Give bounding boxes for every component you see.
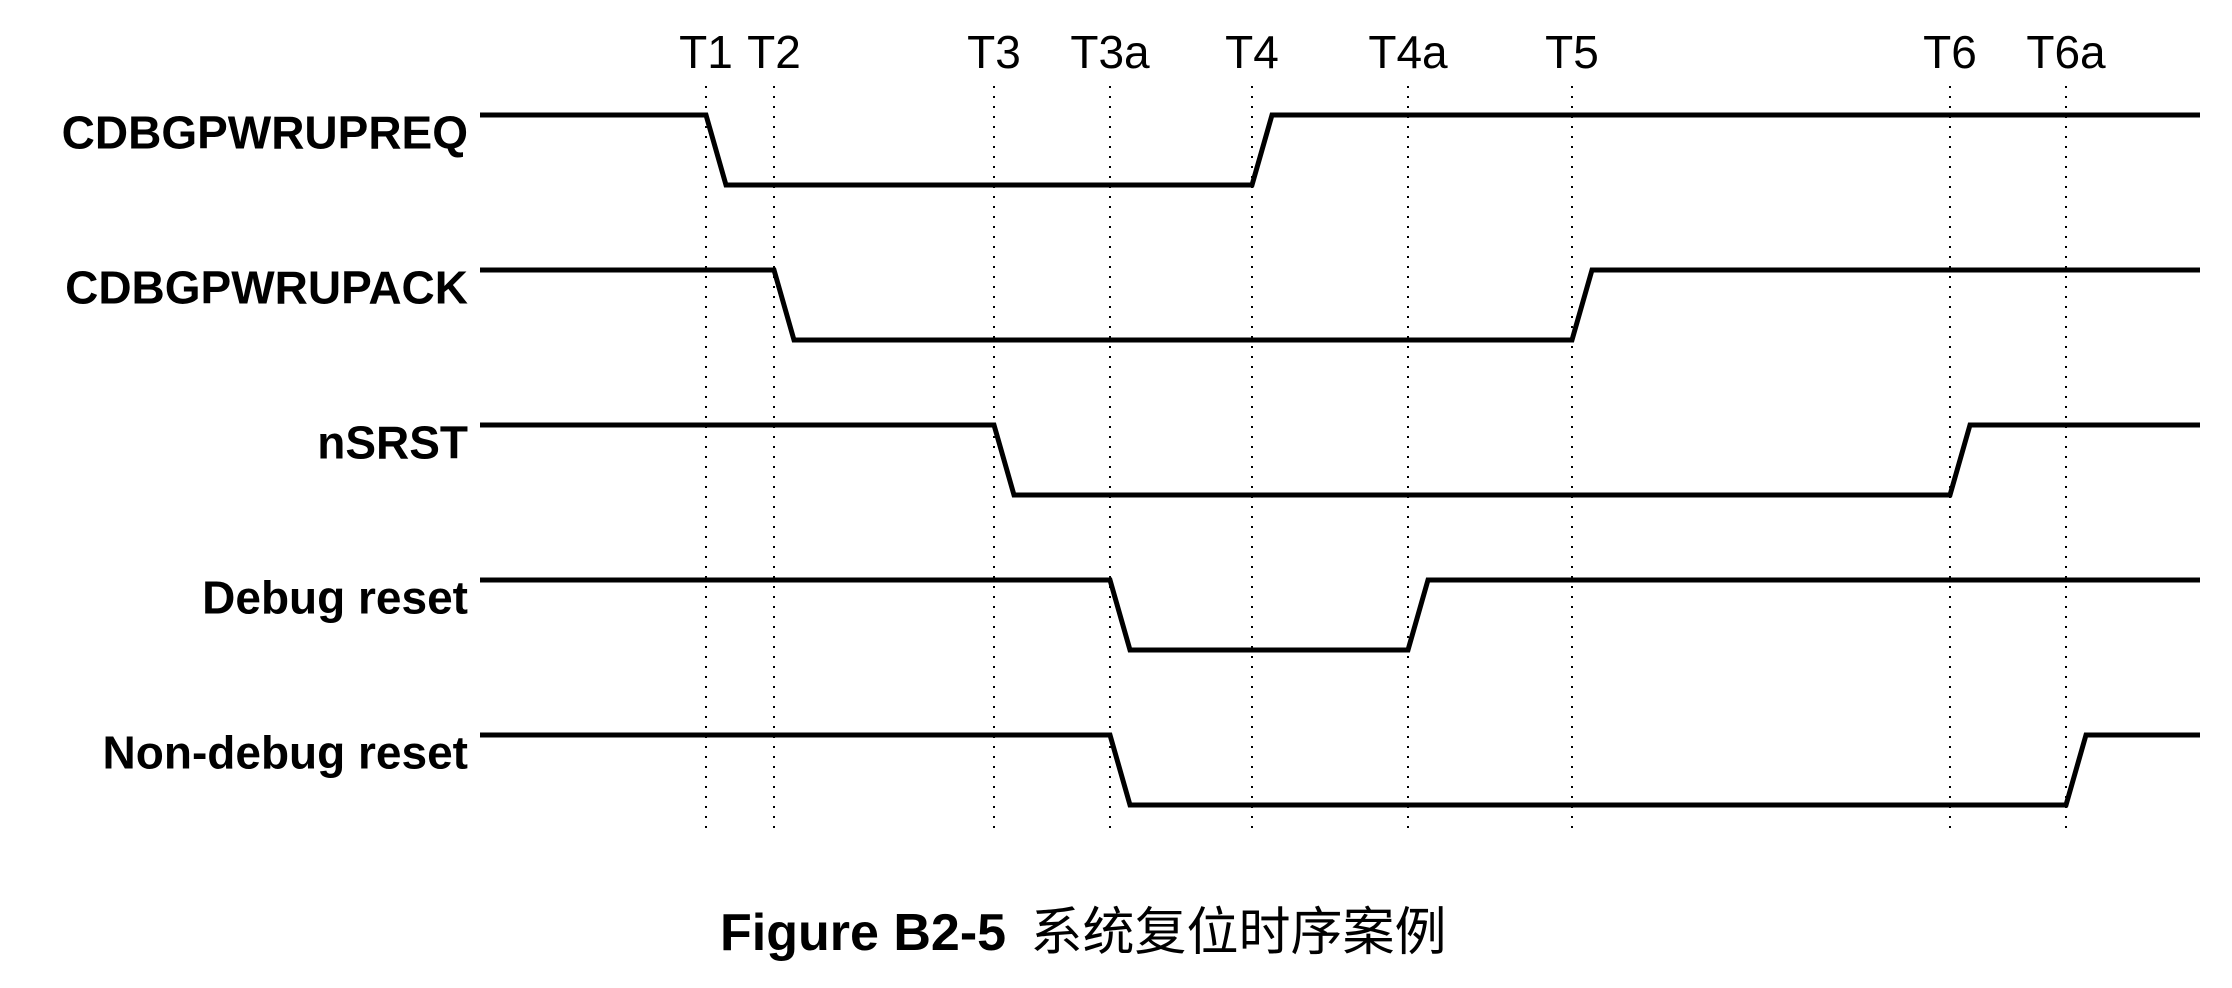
waveform-debug-reset [480, 580, 2200, 650]
waveform-cdbgpwrupack [480, 270, 2200, 340]
figure-title: 系统复位时序案例 [1031, 904, 1447, 962]
waveform-nsrst [480, 425, 2200, 495]
timing-diagram [0, 0, 2232, 988]
waveform-non-debug-reset [480, 735, 2200, 805]
figure-number: Figure B2-5 [720, 904, 1006, 962]
waveform-cdbgpwrupreq [480, 115, 2200, 185]
figure-caption: Figure B2-5 系统复位时序案例 [720, 890, 1447, 965]
